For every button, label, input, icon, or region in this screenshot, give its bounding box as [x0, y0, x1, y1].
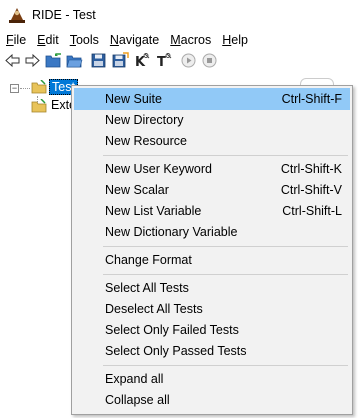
window-title: RIDE - Test [32, 8, 96, 22]
folder-icon [31, 80, 47, 94]
menu-item-select-only-failed-tests[interactable]: Select Only Failed Tests [74, 319, 350, 341]
menu-item-new-dictionary-variable[interactable]: New Dictionary Variable [74, 221, 350, 243]
menu-edit[interactable]: Edit [37, 33, 59, 47]
menu-item-label: Select All Tests [105, 281, 189, 295]
menu-item-new-user-keyword[interactable]: New User Keyword Ctrl-Shift-K [74, 158, 350, 180]
menu-item-label: New Resource [105, 134, 187, 148]
svg-text:T: T [157, 55, 166, 69]
menu-file[interactable]: File [6, 33, 26, 47]
ride-app-icon [9, 8, 25, 23]
menu-item-select-all-tests[interactable]: Select All Tests [74, 277, 350, 299]
menu-help[interactable]: Help [222, 33, 248, 47]
menu-separator [103, 365, 348, 366]
menu-navigate-label: avigate [118, 32, 160, 47]
tree-expander-collapse[interactable]: − [10, 84, 19, 93]
menu-item-shortcut: Ctrl-Shift-V [280, 183, 342, 197]
menu-navigate[interactable]: Navigate [110, 33, 159, 47]
menu-item-label: New Directory [105, 113, 184, 127]
menu-bar: File Edit Tools Navigate Macros Help [0, 30, 358, 49]
menu-item-change-format[interactable]: Change Format [74, 249, 350, 271]
menu-help-label: elp [231, 32, 248, 47]
open-directory-icon[interactable] [66, 52, 83, 69]
run-icon[interactable] [180, 52, 197, 69]
menu-item-shortcut: Ctrl-Shift-F [281, 92, 342, 106]
menu-item-new-scalar[interactable]: New Scalar Ctrl-Shift-V [74, 179, 350, 201]
menu-item-shortcut: Ctrl-Shift-L [282, 204, 342, 218]
menu-item-new-directory[interactable]: New Directory [74, 109, 350, 131]
menu-item-expand-all[interactable]: Expand all [74, 368, 350, 390]
menu-tools[interactable]: Tools [70, 33, 99, 47]
menu-item-label: New User Keyword [105, 162, 212, 176]
menu-separator [103, 246, 348, 247]
menu-macros[interactable]: Macros [170, 33, 211, 47]
menu-item-label: Change Format [105, 253, 192, 267]
menu-navigate-mnemonic: N [109, 32, 119, 47]
test-search-icon[interactable]: T [156, 52, 173, 69]
forward-arrow-icon[interactable] [24, 52, 41, 69]
tree-connector [20, 88, 30, 89]
menu-item-label: New List Variable [105, 204, 202, 218]
menu-item-label: New Dictionary Variable [105, 225, 238, 239]
save-all-icon[interactable] [112, 52, 129, 69]
toolbar: K T [0, 50, 358, 72]
menu-separator [103, 155, 348, 156]
menu-item-label: New Suite [105, 92, 162, 106]
menu-item-label: Expand all [105, 372, 164, 386]
back-arrow-icon[interactable] [4, 52, 21, 69]
menu-item-label: New Scalar [105, 183, 169, 197]
menu-item-label: Collapse all [105, 393, 170, 407]
menu-item-new-suite[interactable]: New Suite Ctrl-Shift-F [74, 88, 350, 110]
menu-separator [103, 274, 348, 275]
context-menu: New Suite Ctrl-Shift-F New Directory New… [71, 85, 353, 415]
menu-edit-mnemonic: E [37, 32, 46, 47]
menu-help-mnemonic: H [222, 32, 232, 47]
menu-item-new-list-variable[interactable]: New List Variable Ctrl-Shift-L [74, 200, 350, 222]
menu-item-new-resource[interactable]: New Resource [74, 130, 350, 152]
menu-item-deselect-all-tests[interactable]: Deselect All Tests [74, 298, 350, 320]
menu-item-label: Select Only Failed Tests [105, 323, 239, 337]
menu-macros-label: acros [180, 32, 212, 47]
menu-macros-mnemonic: M [170, 32, 181, 47]
menu-item-label: Deselect All Tests [105, 302, 203, 316]
menu-edit-label: dit [45, 32, 59, 47]
title-bar: RIDE - Test [0, 0, 358, 30]
menu-file-label: ile [13, 32, 27, 47]
menu-item-label: Select Only Passed Tests [105, 344, 247, 358]
keyword-search-icon[interactable]: K [134, 52, 151, 69]
menu-file-mnemonic: F [6, 32, 14, 47]
stop-icon[interactable] [201, 52, 218, 69]
menu-tools-label: ools [75, 32, 99, 47]
folder-icon [31, 99, 47, 113]
menu-item-collapse-all[interactable]: Collapse all [74, 389, 350, 411]
menu-item-select-only-passed-tests[interactable]: Select Only Passed Tests [74, 340, 350, 362]
save-icon[interactable] [90, 52, 107, 69]
menu-item-shortcut: Ctrl-Shift-K [280, 162, 342, 176]
open-suite-icon[interactable] [45, 52, 62, 69]
